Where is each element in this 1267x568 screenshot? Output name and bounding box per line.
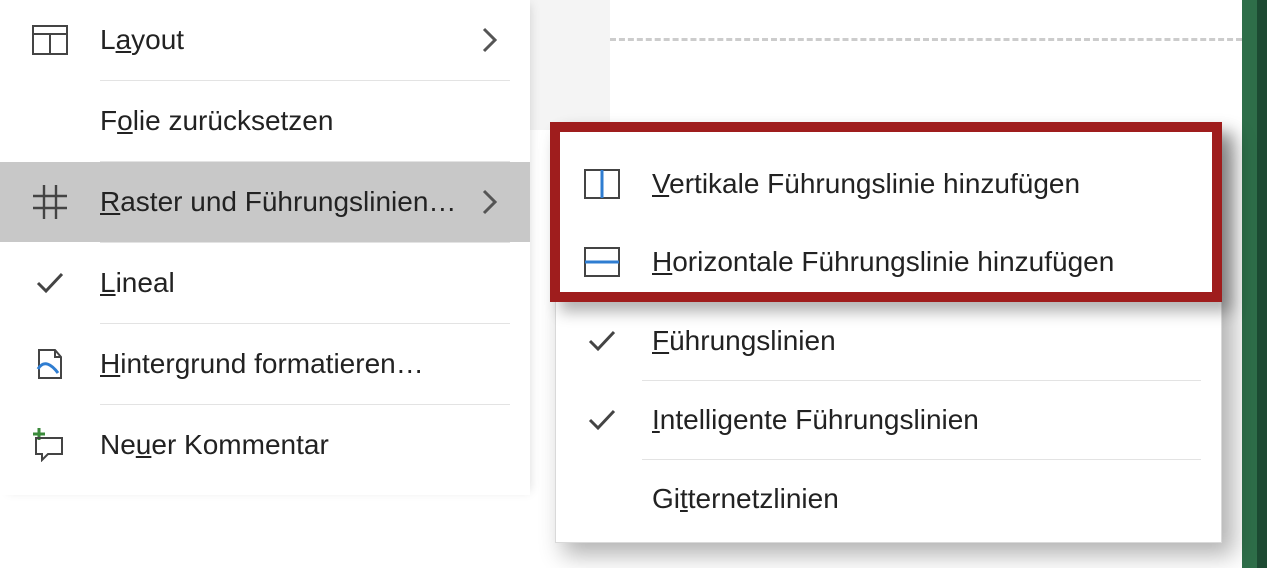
new-comment-icon: [28, 423, 72, 467]
menu-item-add-horizontal-guide[interactable]: Horizontale Führungslinie hinzufügen: [556, 223, 1221, 301]
menu-item-label: Layout: [100, 24, 482, 56]
chevron-right-icon: [482, 189, 510, 215]
menu-item-guides[interactable]: Führungslinien: [556, 302, 1221, 380]
layout-icon: [28, 18, 72, 62]
checkmark-icon: [28, 261, 72, 305]
menu-item-add-vertical-guide[interactable]: Vertikale Führungslinie hinzufügen: [556, 145, 1221, 223]
menu-item-label: Vertikale Führungslinie hinzufügen: [652, 168, 1191, 200]
menu-item-new-comment[interactable]: Neuer Kommentar: [0, 405, 530, 485]
menu-item-reset-slide[interactable]: Folie zurücksetzen: [0, 81, 530, 161]
menu-item-label: Führungslinien: [652, 325, 1191, 357]
menu-item-label: Folie zurücksetzen: [100, 105, 510, 137]
blank-icon: [28, 99, 72, 143]
slide-canvas: [530, 0, 1267, 130]
horizontal-guide-icon: [580, 240, 624, 284]
menu-item-label: Intelligente Führungslinien: [652, 404, 1191, 436]
menu-item-label: Neuer Kommentar: [100, 429, 510, 461]
format-background-icon: [28, 342, 72, 386]
menu-item-smart-guides[interactable]: Intelligente Führungslinien: [556, 381, 1221, 459]
menu-item-label: Horizontale Führungslinie hinzufügen: [652, 246, 1191, 278]
blank-icon: [580, 477, 624, 521]
menu-item-label: Lineal: [100, 267, 510, 299]
menu-item-gridlines[interactable]: Gitternetzlinien: [556, 460, 1221, 538]
chevron-right-icon: [482, 27, 510, 53]
grid-guides-submenu: Vertikale Führungslinie hinzufügen Horiz…: [555, 130, 1222, 543]
menu-item-label: Raster und Führungslinien…: [100, 186, 482, 218]
menu-item-grid-and-guides[interactable]: Raster und Führungslinien…: [0, 162, 530, 242]
vertical-guide-icon: [580, 162, 624, 206]
menu-item-ruler[interactable]: Lineal: [0, 243, 530, 323]
menu-item-label: Gitternetzlinien: [652, 483, 1191, 515]
context-menu: Layout Folie zurücksetzen Raster und Füh…: [0, 0, 530, 495]
checkmark-icon: [580, 319, 624, 363]
grid-icon: [28, 180, 72, 224]
checkmark-icon: [580, 398, 624, 442]
menu-item-label: Hintergrund formatieren…: [100, 348, 510, 380]
menu-item-layout[interactable]: Layout: [0, 0, 530, 80]
menu-item-format-background[interactable]: Hintergrund formatieren…: [0, 324, 530, 404]
